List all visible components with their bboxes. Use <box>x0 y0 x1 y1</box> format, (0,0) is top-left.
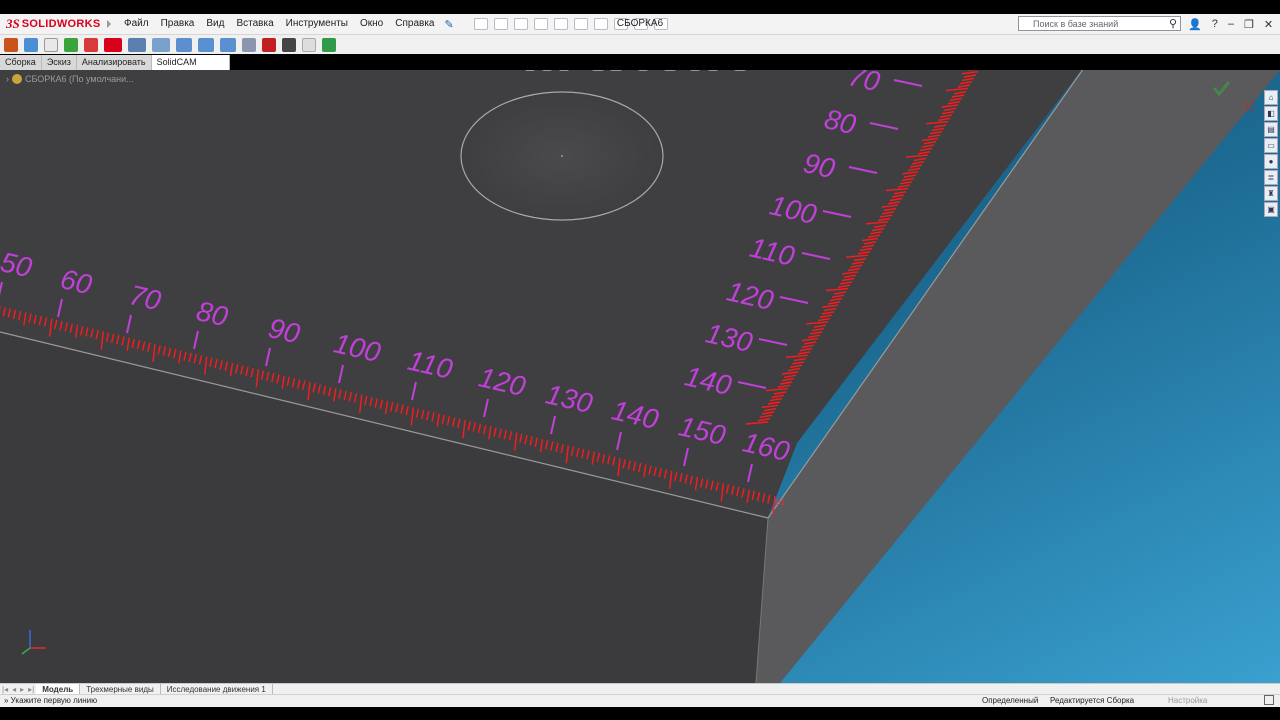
app-name: SOLIDWORKS <box>21 18 101 30</box>
move-tool-icon[interactable] <box>198 37 214 52</box>
close-button[interactable]: ✕ <box>1264 18 1273 31</box>
refresh-icon[interactable] <box>64 37 78 52</box>
menu-tools[interactable]: Инструменты <box>280 14 354 34</box>
file-explorer-icon[interactable]: ▭ <box>1264 138 1278 153</box>
file-properties-icon[interactable] <box>633 18 648 30</box>
custom-properties-icon[interactable]: ≣ <box>1264 170 1278 185</box>
component-tool-icon[interactable] <box>152 37 170 52</box>
first-tab-arrow-icon[interactable]: |◂ <box>0 685 10 694</box>
rebuild-icon[interactable] <box>613 18 628 30</box>
line-tool-icon[interactable] <box>128 37 146 52</box>
tree-expand-icon[interactable]: › <box>6 74 9 84</box>
new-document-icon[interactable] <box>493 18 508 30</box>
status-message-text: Укажите первую линию <box>10 696 98 705</box>
search-box[interactable]: Поиск в базе знаний ⚲ <box>1018 16 1181 31</box>
last-tab-arrow-icon[interactable]: ▸| <box>26 685 36 694</box>
tree-root-label: СБОРКА6 (По умолчани... <box>25 74 134 84</box>
tab-assembly[interactable]: Сборка <box>0 55 42 70</box>
menu-window[interactable]: Окно <box>354 14 389 34</box>
feature-tree-root[interactable]: › СБОРКА6 (По умолчани... <box>6 74 134 84</box>
home-pane-icon[interactable]: ⌂ <box>1264 90 1278 105</box>
menu-bar: Файл Правка Вид Вставка Инструменты Окно… <box>118 14 440 34</box>
next-tab-arrow-icon[interactable]: ▸ <box>18 685 26 694</box>
command-manager-tabs: Сборка Эскиз Анализировать SolidCAM Пере… <box>0 55 230 82</box>
maximize-button[interactable]: ❐ <box>1244 18 1254 31</box>
tab-sketch[interactable]: Эскиз <box>42 55 77 70</box>
ds-logo-mark: 3S <box>6 16 20 31</box>
table-tool-icon[interactable] <box>322 37 336 52</box>
status-message: » Укажите первую линию <box>4 696 98 705</box>
pin-icon[interactable]: ✎ <box>444 18 453 31</box>
status-definition-state: Определенный <box>982 696 1039 705</box>
status-settings[interactable]: Настройка <box>1168 696 1207 705</box>
options-gear-icon[interactable] <box>653 18 668 30</box>
task-pane-tabs: ⌂ ◧ ▤ ▭ ● ≣ ♜ ▣ <box>1264 90 1279 217</box>
menu-help[interactable]: Справка <box>389 14 440 34</box>
design-library-icon[interactable]: ▤ <box>1264 122 1278 137</box>
user-icon[interactable]: 👤 <box>1188 18 1202 31</box>
record-icon[interactable] <box>262 37 276 52</box>
status-bar: » Укажите первую линию Определенный Реда… <box>0 694 1280 707</box>
tab-solidcam-steps[interactable]: SolidCAM Переходы <box>151 55 230 82</box>
menu-edit[interactable]: Правка <box>155 14 201 34</box>
quick-access-toolbar <box>473 18 668 30</box>
open-icon[interactable] <box>513 18 528 30</box>
rotate-tool-icon[interactable] <box>220 37 236 52</box>
resources-pane-icon[interactable]: ◧ <box>1264 106 1278 121</box>
menu-file[interactable]: Файл <box>118 14 155 34</box>
solidworks-logo[interactable]: 3S SOLIDWORKS <box>0 14 111 34</box>
search-input[interactable]: Поиск в базе знаний <box>1019 19 1166 29</box>
tab-analyze[interactable]: Анализировать <box>77 55 152 70</box>
select-icon[interactable] <box>593 18 608 30</box>
status-editing-mode: Редактируется Сборка <box>1050 696 1135 705</box>
sketch-tool-icon[interactable] <box>104 37 122 52</box>
mate-tool-icon[interactable] <box>176 37 192 52</box>
menu-insert[interactable]: Вставка <box>230 14 279 34</box>
pen-tool-icon[interactable] <box>282 37 296 52</box>
model-view: 50 60 70 80 90 100 110 120 130 140 150 160 70809010… <box>0 70 1280 683</box>
disabled-tool-icon[interactable] <box>302 37 316 52</box>
help-button[interactable]: ? <box>1212 18 1218 30</box>
menu-expand-icon[interactable] <box>106 20 111 28</box>
command-toolbar <box>0 35 1280 54</box>
ruler-end-mark: 01 <box>776 498 785 507</box>
assembly-icon <box>12 74 22 84</box>
minimize-button[interactable]: – <box>1228 18 1234 30</box>
screen-bottom-band <box>0 707 1280 720</box>
solidcam-icon[interactable] <box>4 37 18 52</box>
status-toggle-icon[interactable] <box>1264 695 1274 705</box>
window-controls: 👤 ? – ❐ ✕ <box>1188 14 1273 34</box>
title-bar: 3S SOLIDWORKS Файл Правка Вид Вставка Ин… <box>0 14 1280 35</box>
pattern-tool-icon[interactable] <box>242 37 256 52</box>
print-icon[interactable] <box>553 18 568 30</box>
solidcam-pane-icon[interactable]: ♜ <box>1264 186 1278 201</box>
prev-tab-arrow-icon[interactable]: ◂ <box>10 685 18 694</box>
undo-icon[interactable] <box>573 18 588 30</box>
view-palette-icon[interactable]: ▣ <box>1264 202 1278 217</box>
save-icon[interactable] <box>533 18 548 30</box>
menu-view[interactable]: Вид <box>200 14 230 34</box>
graphics-viewport[interactable]: 50 60 70 80 90 100 110 120 130 140 150 160 70 80 90 10… <box>0 70 1280 683</box>
home-icon[interactable] <box>473 18 488 30</box>
delete-icon[interactable] <box>84 37 98 52</box>
cam-part-icon[interactable] <box>24 37 38 52</box>
appearances-icon[interactable]: ● <box>1264 154 1278 169</box>
hole-center-point <box>561 155 563 157</box>
search-icon[interactable]: ⚲ <box>1166 17 1180 30</box>
new-operation-icon[interactable] <box>44 37 58 52</box>
screen-top-band <box>0 0 1280 14</box>
